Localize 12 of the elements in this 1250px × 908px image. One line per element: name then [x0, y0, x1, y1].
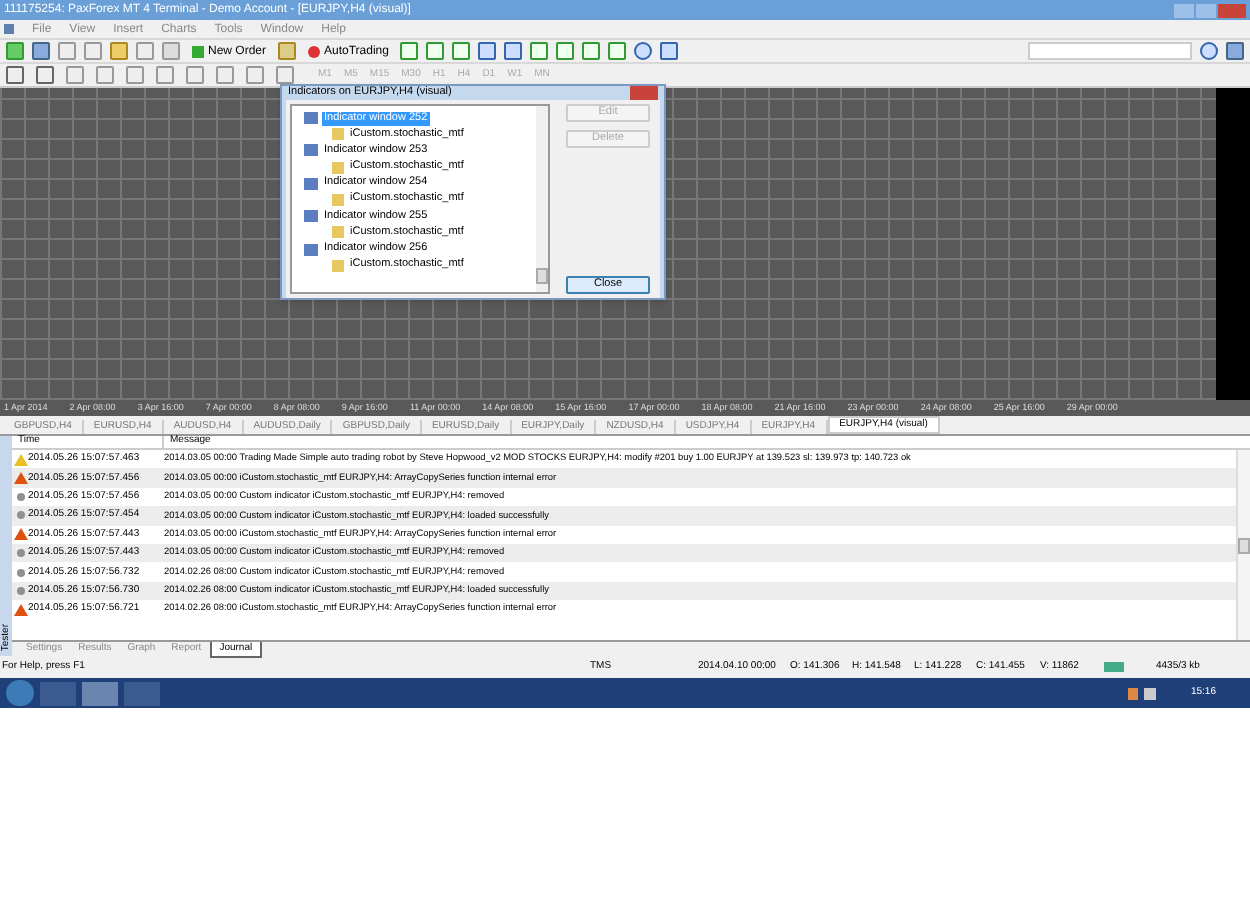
scroll-thumb[interactable]: [1238, 537, 1250, 553]
minimize-button[interactable]: [1174, 3, 1194, 17]
info-dot-icon: [15, 567, 25, 578]
maximize-button[interactable]: [1196, 3, 1216, 17]
info-dot-icon: [15, 510, 25, 521]
scroll-thumb[interactable]: [536, 268, 548, 284]
search-field[interactable]: [1028, 42, 1192, 60]
info-dot-icon: [15, 548, 25, 559]
start-button[interactable]: [6, 680, 34, 706]
info-dot-icon: [15, 491, 25, 502]
info-dot-icon: [15, 585, 25, 596]
close-button[interactable]: [1218, 3, 1246, 17]
